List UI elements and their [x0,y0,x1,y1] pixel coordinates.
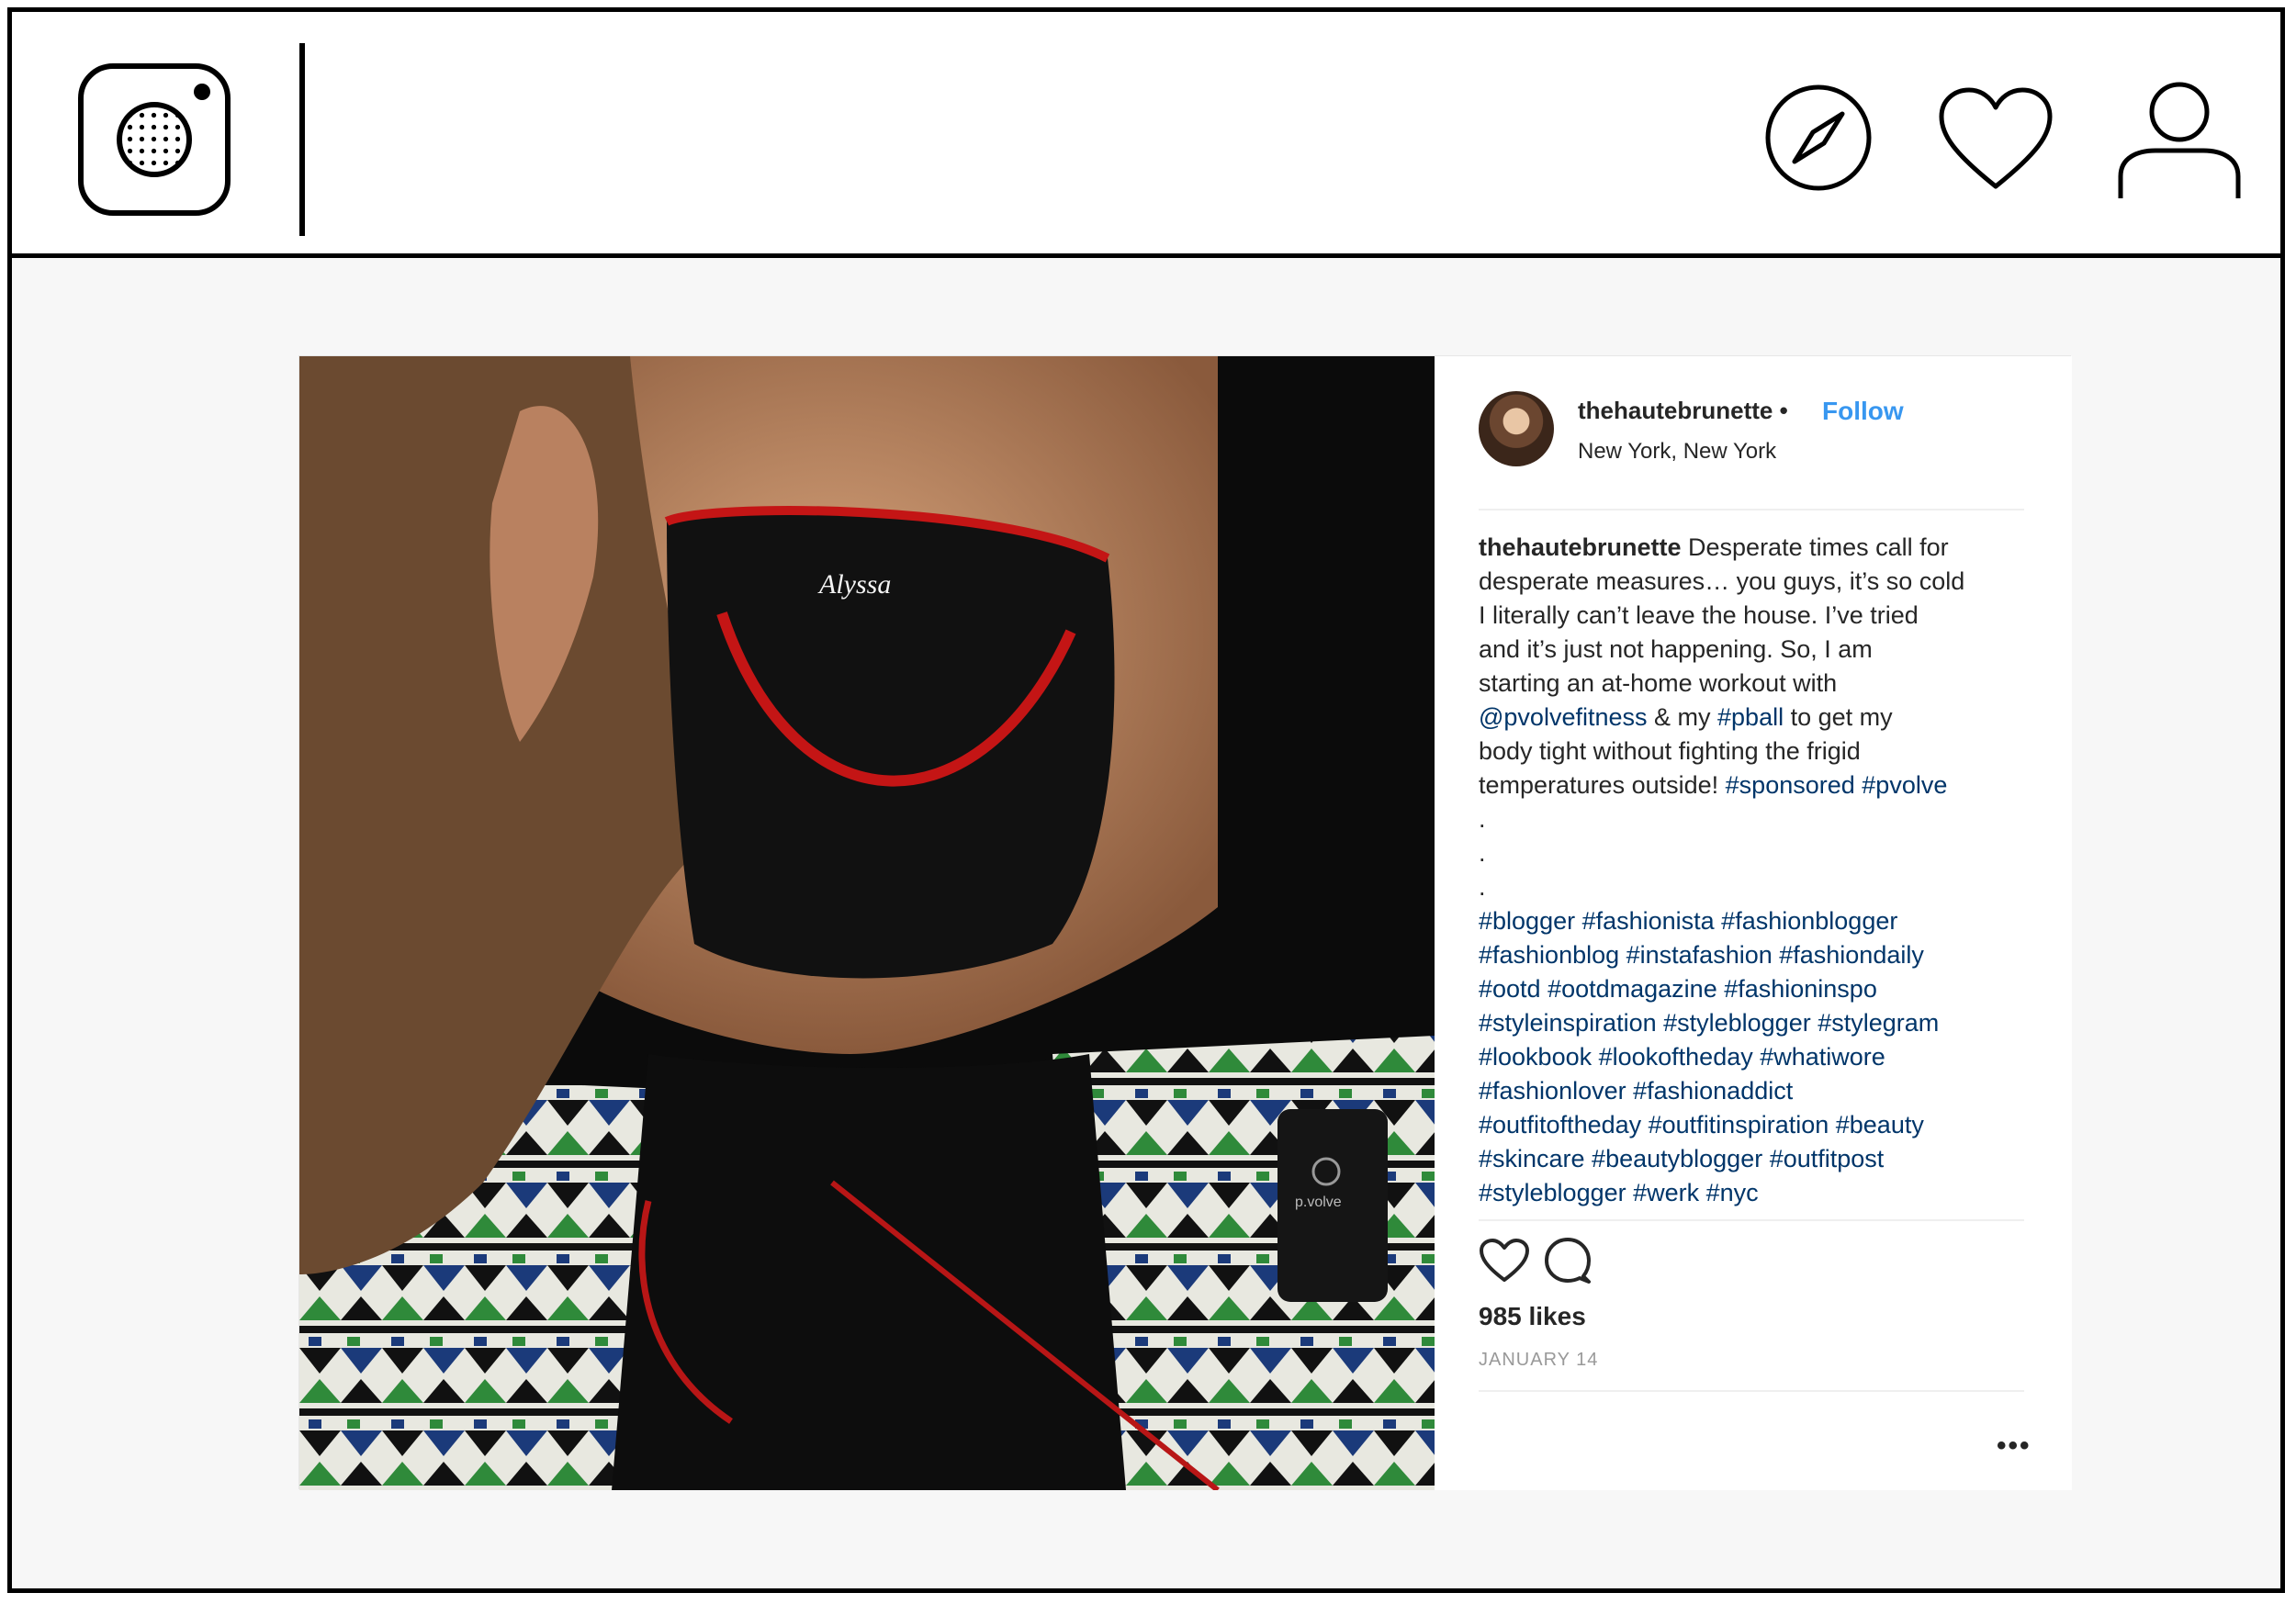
more-options-icon[interactable]: ••• [1997,1430,2032,1462]
hashtag-link[interactable]: #pvolve [1862,771,1947,799]
hashtag-link[interactable]: #ootd #ootdmagazine #fashioninspo [1479,975,1877,1003]
camera-flash [194,84,210,100]
caption-username[interactable]: thehautebrunette [1479,533,1682,561]
caption-line: #fashionblog #instafashion #fashiondaily [1479,938,2048,972]
caption-line: #outfitoftheday #outfitinspiration #beau… [1479,1108,2048,1142]
header-divider [1479,509,2024,510]
caption-text: Desperate times call for [1681,533,1949,561]
like-count[interactable]: 985 likes [1479,1302,1586,1331]
caption-text: to get my [1784,703,1893,731]
caption-line: . [1479,836,2048,870]
hashtag-link[interactable]: @pvolvefitness [1479,703,1648,731]
hashtag-link[interactable]: #styleinspiration #styleblogger #stylegr… [1479,1009,1939,1037]
comment-icon[interactable] [1543,1236,1593,1285]
post-caption: thehautebrunette Desperate times call fo… [1479,531,2048,1210]
comment-divider [1479,1390,2024,1392]
caption-text: . [1479,873,1486,901]
caption-line: #ootd #ootdmagazine #fashioninspo [1479,972,2048,1006]
heart-icon[interactable] [1936,85,2055,194]
username-separator: • [1779,397,1788,424]
hashtag-link[interactable]: #outfitoftheday #outfitinspiration #beau… [1479,1111,1924,1139]
caption-text: desperate measures… you guys, it’s so co… [1479,567,1965,595]
caption-line: . [1479,870,2048,904]
camera-icon[interactable] [78,63,231,216]
hashtag-link[interactable]: #skincare #beautyblogger #outfitpost [1479,1145,1884,1172]
caption-line: I literally can’t leave the house. I’ve … [1479,599,2048,633]
necklace-pendant: Alyssa [817,569,891,600]
caption-text: temperatures outside! [1479,771,1726,799]
caption-line: #skincare #beautyblogger #outfitpost [1479,1142,2048,1176]
hashtag-link[interactable]: #fashionlover #fashionaddict [1479,1077,1793,1105]
post-username[interactable]: thehautebrunette • [1578,397,1788,425]
caption-line: temperatures outside! #sponsored #pvolve [1479,768,2048,802]
camera-lens [117,102,192,177]
caption-line: #fashionlover #fashionaddict [1479,1074,2048,1108]
hashtag-link[interactable]: #fashionblog #instafashion #fashiondaily [1479,941,1924,969]
hashtag-link[interactable]: #styleblogger #werk #nyc [1479,1179,1759,1206]
top-nav-bar [12,12,2280,258]
caption-text: & my [1647,703,1718,731]
caption-line: thehautebrunette Desperate times call fo… [1479,531,2048,565]
post-photo[interactable]: p.volve Alyssa [299,356,1435,1490]
post-date[interactable]: JANUARY 14 [1479,1350,1598,1371]
post-card: p.volve Alyssa thehautebrunette • Follow… [298,355,2072,1490]
like-heart-icon[interactable] [1479,1238,1530,1284]
user-icon[interactable] [2115,81,2244,200]
hashtag-link[interactable]: #lookbook #lookoftheday #whatiwore [1479,1043,1885,1071]
hashtag-link[interactable]: #pball [1717,703,1784,731]
caption-line: desperate measures… you guys, it’s so co… [1479,565,2048,599]
caption-line: @pvolvefitness & my #pball to get my [1479,701,2048,735]
caption-text: . [1479,805,1486,833]
caption-line: #lookbook #lookoftheday #whatiwore [1479,1040,2048,1074]
hashtag-link[interactable]: #blogger #fashionista #fashionblogger [1479,907,1897,935]
compass-icon[interactable] [1761,81,1875,195]
caption-line: #blogger #fashionista #fashionblogger [1479,904,2048,938]
browser-frame: p.volve Alyssa thehautebrunette • Follow… [7,7,2285,1593]
caption-text: and it’s just not happening. So, I am [1479,635,1873,663]
caption-line: . [1479,802,2048,836]
avatar[interactable] [1479,391,1554,466]
hashtag-link[interactable]: #sponsored [1726,771,1855,799]
caption-text: . [1479,839,1486,867]
caption-line: body tight without fighting the frigid [1479,735,2048,768]
caption-line: #styleblogger #werk #nyc [1479,1176,2048,1210]
post-location[interactable]: New York, New York [1578,439,1776,465]
follow-button[interactable]: Follow [1822,397,1904,426]
post-sidebar: thehautebrunette • Follow New York, New … [1435,356,2072,1490]
caption-line: #styleinspiration #styleblogger #stylegr… [1479,1006,2048,1040]
caption-text: I literally can’t leave the house. I’ve … [1479,601,1919,629]
photo-brand-label: p.volve [1295,1195,1342,1210]
caption-line: starting an at-home workout with [1479,667,2048,701]
caption-text: starting an at-home workout with [1479,669,1838,697]
caption-line: and it’s just not happening. So, I am [1479,633,2048,667]
caption-text: body tight without fighting the frigid [1479,737,1861,765]
logo-divider [299,43,305,236]
caption-divider [1479,1219,2024,1221]
post-header: thehautebrunette • Follow New York, New … [1479,391,2024,492]
